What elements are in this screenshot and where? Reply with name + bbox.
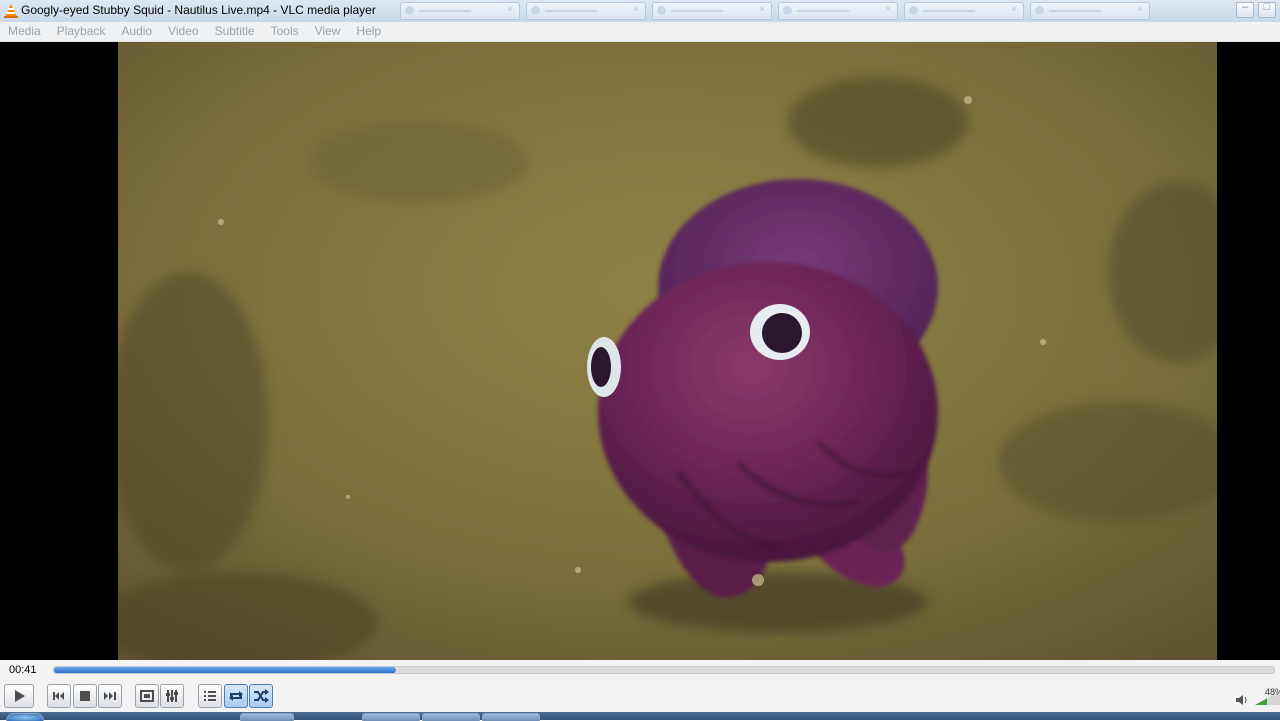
- seek-slider[interactable]: [53, 666, 1275, 674]
- stop-button[interactable]: [73, 684, 97, 708]
- volume-percent: 48%: [1265, 687, 1280, 697]
- minimize-icon: –: [1241, 1, 1249, 13]
- background-browser-tabs: × × × × × ×: [400, 2, 1150, 20]
- menu-audio[interactable]: Audio: [113, 22, 160, 41]
- close-icon: ×: [633, 4, 639, 15]
- play-button[interactable]: [4, 684, 34, 708]
- menu-view[interactable]: View: [307, 22, 349, 41]
- next-icon: [104, 692, 116, 700]
- previous-icon: [53, 692, 64, 700]
- video-area[interactable]: [0, 42, 1280, 660]
- maximize-button[interactable]: □: [1258, 1, 1276, 18]
- seek-progress: [54, 667, 396, 673]
- fullscreen-button[interactable]: [135, 684, 159, 708]
- next-button[interactable]: [98, 684, 122, 708]
- background-tab: ×: [904, 2, 1024, 20]
- menu-playback[interactable]: Playback: [49, 22, 114, 41]
- stop-icon: [80, 691, 90, 701]
- minimize-button[interactable]: –: [1236, 1, 1254, 18]
- playlist-button[interactable]: [198, 684, 222, 708]
- timeline-bar: 00:41: [0, 660, 1280, 680]
- random-icon: [254, 689, 269, 703]
- fullscreen-icon: [140, 690, 154, 702]
- background-tab: ×: [778, 2, 898, 20]
- menu-help[interactable]: Help: [348, 22, 389, 41]
- window-controls: – □: [1236, 1, 1276, 18]
- elapsed-time: 00:41: [9, 664, 37, 676]
- video-frame-squid: [118, 42, 1217, 660]
- menu-media[interactable]: Media: [0, 22, 49, 41]
- play-icon: [15, 690, 25, 702]
- playlist-icon: [204, 691, 216, 701]
- close-icon: ×: [885, 4, 891, 15]
- menu-bar: Media Playback Audio Video Subtitle Tool…: [0, 22, 1280, 42]
- random-button[interactable]: [249, 684, 273, 708]
- window-title: Googly-eyed Stubby Squid - Nautilus Live…: [21, 3, 376, 17]
- background-tab: ×: [400, 2, 520, 20]
- background-tab: ×: [526, 2, 646, 20]
- menu-tools[interactable]: Tools: [263, 22, 307, 41]
- extended-settings-icon: [166, 690, 178, 702]
- background-tab: ×: [1030, 2, 1150, 20]
- extended-settings-button[interactable]: [160, 684, 184, 708]
- taskbar: [0, 712, 1280, 721]
- menu-subtitle[interactable]: Subtitle: [207, 22, 263, 41]
- previous-button[interactable]: [47, 684, 71, 708]
- playback-controls: 48%: [0, 680, 1280, 712]
- menu-video[interactable]: Video: [160, 22, 206, 41]
- close-icon: ×: [507, 4, 513, 15]
- maximize-icon: □: [1263, 1, 1271, 13]
- close-icon: ×: [759, 4, 765, 15]
- close-icon: ×: [1137, 4, 1143, 15]
- speaker-icon[interactable]: [1234, 693, 1248, 707]
- background-tab: ×: [652, 2, 772, 20]
- close-icon: ×: [1011, 4, 1017, 15]
- vlc-cone-icon: [4, 4, 18, 18]
- loop-button[interactable]: [224, 684, 248, 708]
- loop-icon: [229, 691, 243, 701]
- title-bar[interactable]: Googly-eyed Stubby Squid - Nautilus Live…: [0, 0, 1280, 23]
